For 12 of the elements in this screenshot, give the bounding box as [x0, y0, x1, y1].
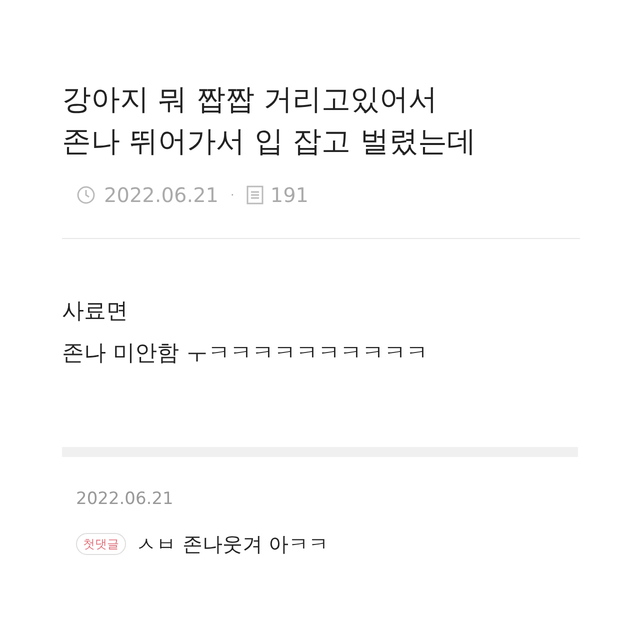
post-body-line: 사료면	[62, 298, 129, 326]
clock-icon	[76, 185, 96, 205]
separator-dot: ·	[230, 187, 234, 204]
comment-date: 2022.06.21	[76, 488, 174, 511]
document-icon	[246, 185, 264, 205]
post-title: 강아지 뭐 짭짭 거리고있어서	[62, 81, 439, 118]
post-body-line: 존나 미안함 ㅜㅋㅋㅋㅋㅋㅋㅋㅋㅋㅋ	[62, 340, 429, 368]
post-title: 존나 뛰어가서 입 잡고 벌렸는데	[62, 123, 477, 160]
post-date: 2022.06.21	[104, 182, 219, 209]
view-count: 191	[270, 182, 309, 209]
comment-text: ㅅㅂ 존나웃겨 아ㅋㅋ	[136, 530, 329, 558]
first-comment-badge: 첫댓글	[76, 532, 126, 554]
